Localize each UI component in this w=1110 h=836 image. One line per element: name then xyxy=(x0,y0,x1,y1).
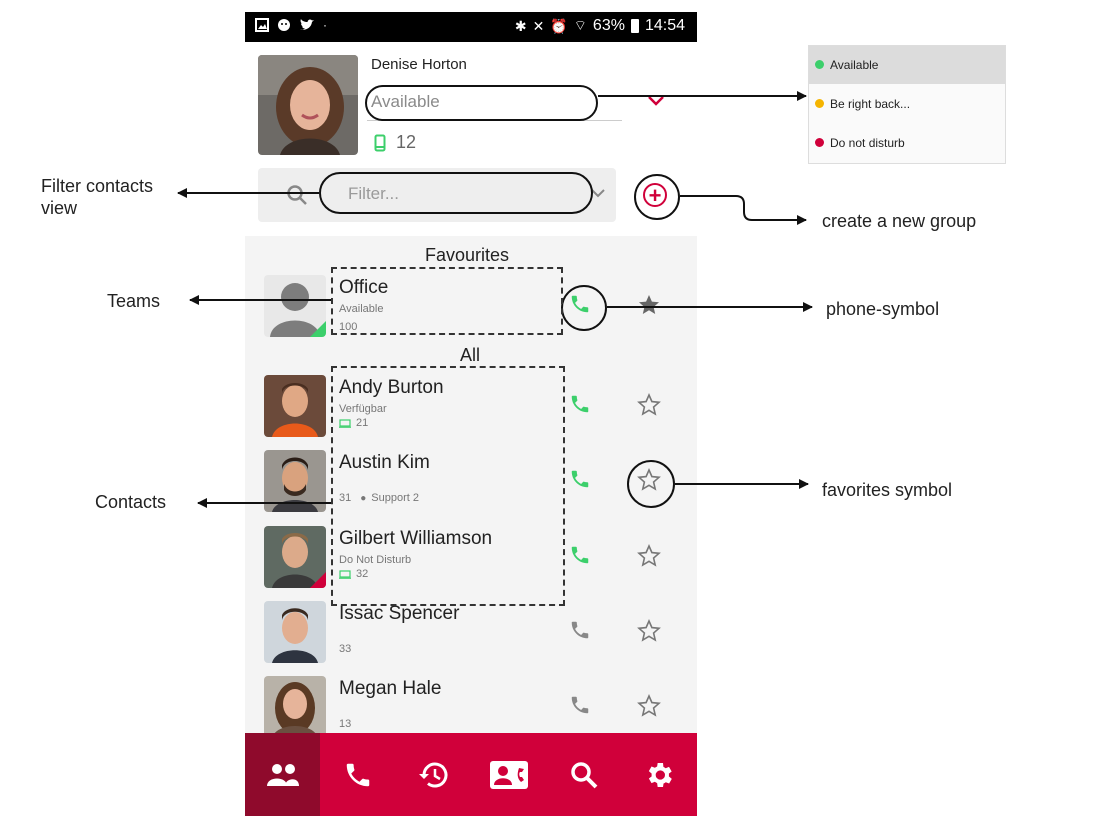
annotation-filter: Filter contacts view xyxy=(41,176,154,218)
annotation-create-group: create a new group xyxy=(822,211,977,231)
annotation-arrows xyxy=(177,91,813,508)
annotation-teams: Teams xyxy=(107,291,161,311)
annotation-favorites-symbol: favorites symbol xyxy=(822,480,953,500)
annotation-phone-symbol: phone-symbol xyxy=(826,299,940,319)
annotation-contacts: Contacts xyxy=(95,492,167,512)
